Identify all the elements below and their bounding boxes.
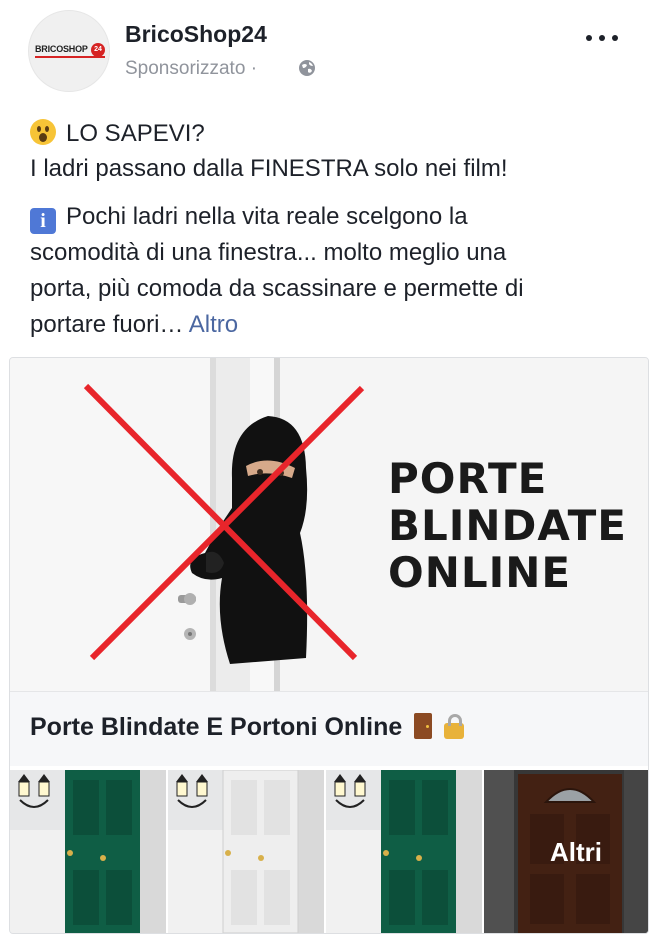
post-line-1-text: LO SAPEVI? (66, 120, 205, 147)
product-tile-white-door[interactable] (168, 770, 324, 933)
lock-emoji-icon (444, 714, 465, 739)
post-para2-line-2: scomodità di una finestra... molto megli… (30, 239, 507, 266)
post-line-1: LO SAPEVI? (30, 117, 205, 150)
separator-dot: · (250, 58, 258, 79)
hero-text-line-3: ONLINE (388, 548, 572, 597)
astonished-emoji-icon (30, 119, 56, 145)
information-icon: i (30, 208, 56, 234)
avatar-logo-text: BRICOSHOP (35, 44, 88, 54)
green-door-image-2 (326, 770, 482, 933)
sponsored-label[interactable]: Sponsorizzato (125, 58, 245, 79)
globe-icon[interactable] (298, 59, 316, 77)
hero-text-line-1: PORTE (388, 454, 548, 503)
sponsored-row: Sponsorizzato · (125, 58, 257, 80)
more-tile-label: Altri (550, 837, 602, 867)
product-tile-green-door-2[interactable] (326, 770, 482, 933)
post-line-2: I ladri passano dalla FINESTRA solo nei … (30, 155, 508, 182)
ad-hero-image[interactable]: PORTE BLINDATE ONLINE (10, 358, 648, 691)
ad-card[interactable]: PORTE BLINDATE ONLINE Porte Blindate E P… (9, 357, 649, 934)
ad-headline[interactable]: Porte Blindate E Portoni Online (30, 713, 465, 742)
ad-headline-text: Porte Blindate E Portoni Online (30, 713, 403, 741)
product-tile-more[interactable]: Altri (484, 770, 648, 933)
page-name-link[interactable]: BricoShop24 (125, 21, 267, 48)
avatar-logo-number: 24 (91, 43, 105, 57)
green-door-image (10, 770, 166, 933)
see-more-link[interactable]: Altro (189, 311, 238, 338)
post-para2-line-4: portare fuori… Altro (30, 308, 238, 341)
post-para2-line-1-text: Pochi ladri nella vita reale scelgono la (66, 203, 468, 230)
post-para2-line-3: porta, più comoda da scassinare e permet… (30, 275, 524, 302)
post-para2-line-4-text: portare fuori… (30, 311, 184, 338)
white-door-image (168, 770, 324, 933)
door-emoji-icon (414, 713, 433, 739)
product-tile-green-door-1[interactable] (10, 770, 166, 933)
page-avatar[interactable]: BRICOSHOP 24 (28, 10, 110, 92)
post-para2-line-1: i Pochi ladri nella vita reale scelgono l… (30, 200, 468, 234)
more-options-icon[interactable] (582, 28, 622, 48)
hero-text-line-2: BLINDATE (388, 501, 627, 550)
avatar-logo-line (35, 56, 105, 58)
